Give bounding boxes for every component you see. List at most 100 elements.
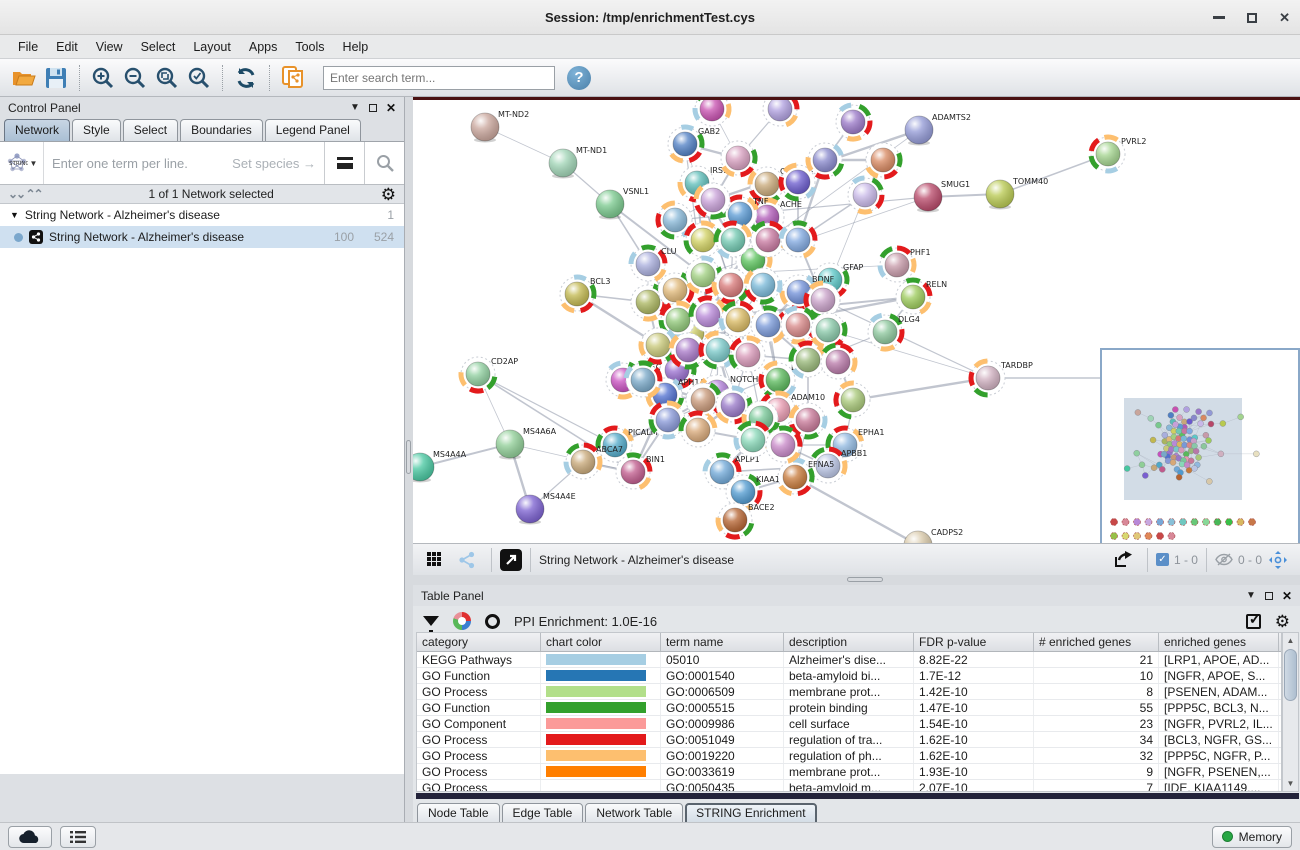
- column-header-chart-color[interactable]: chart color: [541, 633, 661, 651]
- network-collection-row[interactable]: ▼ String Network - Alzheimer's disease 1: [0, 204, 404, 226]
- table-row[interactable]: GO FunctionGO:0005515protein binding1.47…: [417, 700, 1281, 716]
- splitter-grip[interactable]: [847, 577, 883, 582]
- float-panel-icon[interactable]: [1265, 592, 1273, 600]
- clone-network-button[interactable]: [277, 63, 309, 93]
- vertical-scrollbar[interactable]: ▲ ▼: [1282, 632, 1299, 792]
- protein-node[interactable]: [791, 343, 825, 377]
- collapse-triangle-icon[interactable]: ▼: [10, 210, 19, 220]
- column-header-enriched-genes[interactable]: enriched genes: [1159, 633, 1279, 651]
- menu-item-select[interactable]: Select: [133, 37, 184, 57]
- protein-node[interactable]: [808, 143, 842, 177]
- menu-item-file[interactable]: File: [10, 37, 46, 57]
- protein-node[interactable]: [751, 223, 785, 257]
- table-row[interactable]: GO ProcessGO:0019220regulation of ph...1…: [417, 748, 1281, 764]
- birdseye-toggle-button[interactable]: [1262, 545, 1294, 575]
- protein-node[interactable]: MS4A4E: [516, 492, 576, 525]
- string-view-button[interactable]: [451, 545, 483, 575]
- column-header-term-name[interactable]: term name: [661, 633, 784, 651]
- float-panel-icon[interactable]: [369, 104, 377, 112]
- close-panel-icon[interactable]: ✕: [386, 101, 396, 115]
- menu-item-edit[interactable]: Edit: [48, 37, 86, 57]
- zoom-in-button[interactable]: [87, 63, 119, 93]
- search-input[interactable]: [323, 66, 555, 90]
- protein-node[interactable]: [866, 143, 900, 177]
- chart-settings-icon[interactable]: [453, 612, 471, 630]
- protein-node[interactable]: [811, 313, 845, 347]
- protein-node[interactable]: BCL3: [560, 277, 610, 311]
- zoom-fit-button[interactable]: [151, 63, 183, 93]
- select-rows-icon[interactable]: [1246, 614, 1261, 629]
- protein-node[interactable]: ADAMTS2: [905, 113, 971, 146]
- protein-node[interactable]: [821, 345, 855, 379]
- protein-node[interactable]: DLG4: [868, 315, 920, 349]
- tab-network[interactable]: Network: [4, 119, 70, 141]
- protein-node[interactable]: [781, 308, 815, 342]
- protein-node[interactable]: [791, 403, 825, 437]
- table-row[interactable]: GO ProcessGO:0050435beta-amyloid m...2.0…: [417, 780, 1281, 791]
- menu-item-layout[interactable]: Layout: [185, 37, 239, 57]
- set-species-hint[interactable]: Set species →: [232, 156, 316, 171]
- protein-node[interactable]: [626, 363, 660, 397]
- protein-node[interactable]: [836, 105, 870, 139]
- panel-menu-icon[interactable]: ▼: [1246, 590, 1256, 601]
- table-row[interactable]: GO ComponentGO:0009986cell surface1.54E-…: [417, 716, 1281, 732]
- column-header--enriched-genes[interactable]: # enriched genes: [1034, 633, 1159, 651]
- export-network-button[interactable]: [1107, 545, 1139, 575]
- protein-node[interactable]: CADPS2: [904, 528, 963, 543]
- protein-node[interactable]: [696, 183, 730, 217]
- table-row[interactable]: GO FunctionGO:0001540beta-amyloid bi...1…: [417, 668, 1281, 684]
- protein-node[interactable]: RELN: [896, 280, 947, 314]
- network-canvas[interactable]: MT-ND2MT-ND1VSNL1GAB2IRS1SMUG1TOMM40PVRL…: [413, 97, 1300, 543]
- horizontal-splitter[interactable]: [413, 575, 1300, 585]
- tab-string-enrichment[interactable]: STRING Enrichment: [685, 803, 816, 824]
- menu-item-apps[interactable]: Apps: [241, 37, 286, 57]
- query-search-button[interactable]: [364, 142, 404, 184]
- filter-icon[interactable]: [423, 616, 439, 626]
- gear-icon[interactable]: ⚙: [1275, 613, 1290, 630]
- protein-node[interactable]: GAB2: [668, 127, 720, 161]
- menu-item-tools[interactable]: Tools: [287, 37, 332, 57]
- splitter-grip[interactable]: [406, 440, 411, 474]
- protein-node[interactable]: MT-ND2: [471, 110, 529, 143]
- close-panel-icon[interactable]: ✕: [1282, 589, 1292, 603]
- protein-node[interactable]: PHF1: [880, 248, 931, 282]
- help-icon[interactable]: ?: [567, 66, 591, 90]
- menu-item-view[interactable]: View: [88, 37, 131, 57]
- grid-view-button[interactable]: [419, 545, 451, 575]
- string-term-input[interactable]: Enter one term per line. Set species →: [44, 142, 324, 184]
- protein-node[interactable]: [731, 338, 765, 372]
- string-protein-query-button[interactable]: STRING ▼: [0, 142, 44, 184]
- tab-node-table[interactable]: Node Table: [417, 803, 500, 824]
- scrollbar-thumb[interactable]: [1284, 649, 1297, 701]
- column-header-FDR-p-value[interactable]: FDR p-value: [914, 633, 1034, 651]
- protein-node[interactable]: [716, 223, 750, 257]
- tab-legend-panel[interactable]: Legend Panel: [265, 119, 361, 141]
- protein-node[interactable]: PVRL2: [1091, 137, 1146, 171]
- protein-node[interactable]: [766, 428, 800, 462]
- protein-node[interactable]: [651, 403, 685, 437]
- protein-node[interactable]: BIN1: [616, 455, 665, 489]
- protein-node[interactable]: MS4A4A: [413, 450, 467, 483]
- column-header-category[interactable]: category: [417, 633, 541, 651]
- tab-boundaries[interactable]: Boundaries: [180, 119, 263, 141]
- cloud-button[interactable]: [8, 826, 52, 848]
- protein-node[interactable]: [781, 223, 815, 257]
- save-session-button[interactable]: [40, 63, 72, 93]
- protein-node[interactable]: MT-ND1: [549, 146, 607, 179]
- minimize-icon[interactable]: [1213, 16, 1225, 19]
- birdseye-view[interactable]: [1100, 348, 1300, 543]
- gear-icon[interactable]: ⚙: [381, 186, 396, 203]
- protein-node[interactable]: [736, 423, 770, 457]
- detach-view-button[interactable]: [500, 549, 522, 571]
- table-row[interactable]: GO ProcessGO:0051049regulation of tra...…: [417, 732, 1281, 748]
- protein-node[interactable]: [848, 178, 882, 212]
- protein-node[interactable]: [836, 383, 870, 417]
- protein-node[interactable]: [681, 413, 715, 447]
- zoom-selected-button[interactable]: [183, 63, 215, 93]
- scroll-down-icon[interactable]: ▼: [1283, 776, 1298, 791]
- zoom-out-button[interactable]: [119, 63, 151, 93]
- remove-chart-icon[interactable]: [485, 614, 500, 629]
- protein-node[interactable]: [721, 141, 755, 175]
- menu-item-help[interactable]: Help: [335, 37, 377, 57]
- memory-button[interactable]: Memory: [1212, 826, 1292, 848]
